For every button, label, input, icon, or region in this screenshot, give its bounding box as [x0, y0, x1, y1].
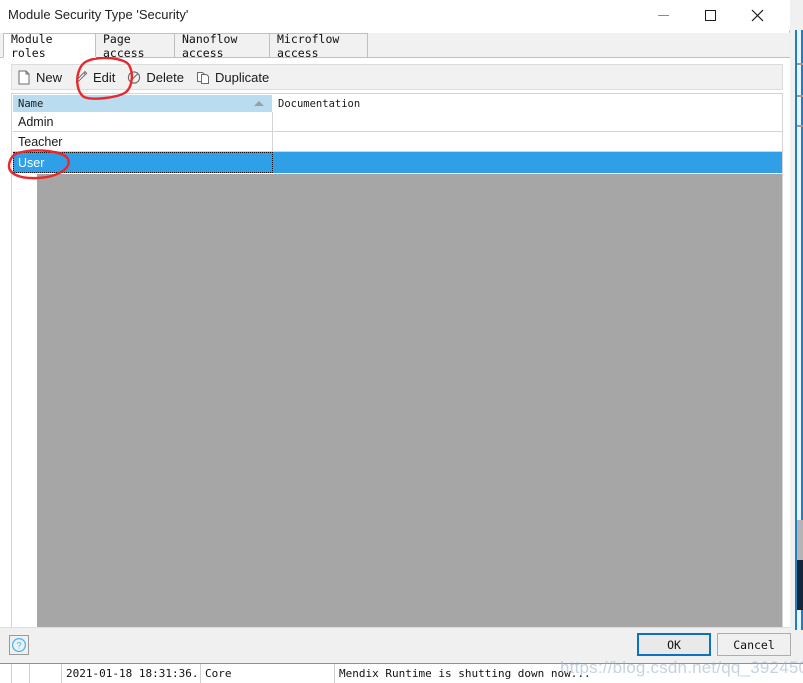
tab-label: Page access	[103, 31, 145, 60]
column-header-label: Documentation	[278, 97, 361, 110]
delete-button-label: Delete	[146, 69, 184, 85]
table-row[interactable]: User	[13, 152, 782, 173]
background-window-divider	[797, 125, 803, 127]
column-header-label: Name	[18, 97, 44, 110]
maximize-icon	[704, 9, 716, 21]
tab-label: Module roles	[11, 31, 53, 60]
grid-header-row: Name Documentation	[13, 95, 782, 112]
status-category: Core	[201, 664, 335, 683]
cell-name: Admin	[13, 112, 273, 131]
status-cell-blank	[12, 664, 30, 683]
background-window-divider	[797, 95, 803, 97]
cell-documentation	[273, 152, 782, 173]
sort-ascending-icon	[254, 101, 264, 106]
status-cell-blank	[0, 664, 12, 683]
status-timestamp: 2021-01-18 18:31:36...	[62, 664, 201, 683]
duplicate-pages-icon	[197, 71, 209, 84]
background-window-dark-panel	[797, 560, 803, 610]
column-header-documentation[interactable]: Documentation	[273, 95, 782, 112]
prohibition-icon	[128, 70, 141, 84]
background-window-divider	[797, 63, 803, 65]
tab-module-roles[interactable]: Module roles	[3, 31, 96, 60]
background-window-scrollbar	[797, 520, 803, 560]
title-bar: Module Security Type 'Security'	[0, 0, 790, 30]
duplicate-button-label: Duplicate	[215, 69, 270, 85]
status-cell-blank	[30, 664, 62, 683]
delete-button[interactable]: Delete	[122, 65, 191, 89]
tab-strip: Module roles Page access Nanoflow access…	[0, 31, 790, 60]
duplicate-button[interactable]: Duplicate	[191, 65, 276, 89]
cancel-button[interactable]: Cancel	[717, 633, 791, 656]
edit-button-label: Edit	[93, 69, 116, 85]
tab-page-access[interactable]: Page access	[95, 31, 175, 60]
help-button[interactable]: ?	[9, 635, 29, 655]
module-roles-grid[interactable]: Name Documentation Admin Teacher User	[11, 93, 783, 676]
help-question-icon: ?	[11, 637, 27, 653]
tab-microflow-access[interactable]: Microflow access	[269, 31, 368, 60]
ok-button[interactable]: OK	[637, 633, 711, 656]
tab-label: Microflow access	[277, 31, 340, 60]
new-page-icon	[18, 70, 30, 84]
column-header-name[interactable]: Name	[13, 95, 273, 112]
status-bar: 2021-01-18 18:31:36... Core Mendix Runti…	[0, 663, 803, 683]
close-icon	[751, 9, 763, 21]
window-title: Module Security Type 'Security'	[8, 7, 189, 22]
cell-name: User	[13, 152, 273, 173]
minimize-icon	[657, 14, 669, 16]
new-button-label: New	[36, 69, 63, 85]
edit-button[interactable]: Edit	[69, 65, 122, 89]
close-button[interactable]	[734, 0, 780, 30]
grid-toolbar: New Edit Delete Duplicate	[11, 64, 783, 90]
grid-body: Admin Teacher User	[13, 112, 782, 173]
table-row[interactable]: Admin	[13, 112, 782, 132]
svg-text:?: ?	[16, 641, 21, 652]
dialog-button-bar: ? OK Cancel	[0, 627, 791, 663]
status-message: Mendix Runtime is shutting down now...	[339, 667, 591, 680]
ok-button-label: OK	[667, 637, 681, 652]
grid-empty-gutter	[13, 174, 37, 675]
new-button[interactable]: New	[12, 65, 69, 89]
minimize-button[interactable]	[640, 0, 686, 30]
cell-documentation	[273, 132, 782, 151]
tab-content-module-roles: New Edit Delete Duplicate Name Documenta…	[0, 58, 790, 676]
grid-empty-area	[37, 174, 782, 675]
cell-documentation	[273, 112, 782, 131]
pencil-icon	[75, 70, 88, 83]
tab-label: Nanoflow access	[182, 31, 238, 60]
cell-name: Teacher	[13, 132, 273, 151]
cancel-button-label: Cancel	[733, 637, 775, 652]
table-row[interactable]: Teacher	[13, 132, 782, 152]
tab-nanoflow-access[interactable]: Nanoflow access	[174, 31, 270, 60]
maximize-button[interactable]	[687, 0, 733, 30]
module-security-dialog: Module Security Type 'Security' Module r…	[0, 0, 791, 683]
